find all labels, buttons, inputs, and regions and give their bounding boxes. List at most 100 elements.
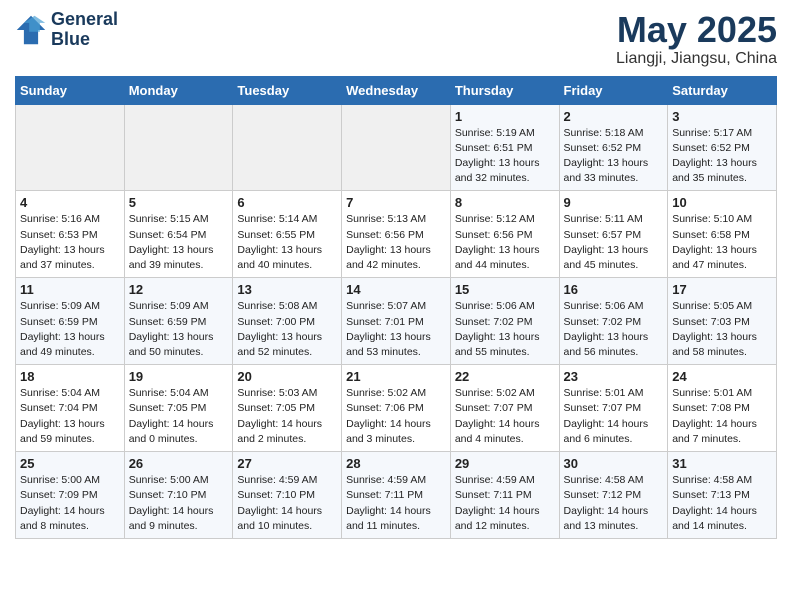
- day-number: 8: [455, 195, 555, 210]
- day-number: 10: [672, 195, 772, 210]
- calendar-cell: [124, 104, 233, 191]
- day-info: Sunrise: 5:04 AM Sunset: 7:04 PM Dayligh…: [20, 386, 120, 447]
- calendar-cell: [342, 104, 451, 191]
- day-info: Sunrise: 5:18 AM Sunset: 6:52 PM Dayligh…: [564, 126, 664, 187]
- day-info: Sunrise: 4:59 AM Sunset: 7:11 PM Dayligh…: [346, 473, 446, 534]
- day-number: 5: [129, 195, 229, 210]
- day-number: 23: [564, 369, 664, 384]
- month-year-title: May 2025: [616, 10, 777, 50]
- calendar-cell: 22Sunrise: 5:02 AM Sunset: 7:07 PM Dayli…: [450, 365, 559, 452]
- weekday-header-saturday: Saturday: [668, 76, 777, 104]
- day-number: 1: [455, 109, 555, 124]
- day-info: Sunrise: 5:15 AM Sunset: 6:54 PM Dayligh…: [129, 212, 229, 273]
- day-info: Sunrise: 5:01 AM Sunset: 7:07 PM Dayligh…: [564, 386, 664, 447]
- page-container: General Blue May 2025 Liangji, Jiangsu, …: [0, 0, 792, 549]
- calendar-cell: 16 Sunrise: 5:06 AM Sunset: 7:02 PM Dayli…: [559, 278, 668, 365]
- day-info: Sunrise: 5:02 AM Sunset: 7:06 PM Dayligh…: [346, 386, 446, 447]
- day-number: 31: [672, 456, 772, 471]
- day-info: Sunrise: 4:58 AM Sunset: 7:12 PM Dayligh…: [564, 473, 664, 534]
- weekday-header-friday: Friday: [559, 76, 668, 104]
- weekday-header-wednesday: Wednesday: [342, 76, 451, 104]
- calendar-cell: 15 Sunrise: 5:06 AM Sunset: 7:02 PM Dayli…: [450, 278, 559, 365]
- day-info: Sunrise: 5:09 AM Sunset: 6:59 PM Dayligh…: [20, 299, 120, 360]
- weekday-header-sunday: Sunday: [16, 76, 125, 104]
- day-number: 24: [672, 369, 772, 384]
- day-number: 17: [672, 282, 772, 297]
- calendar-cell: 29 Sunrise: 4:59 AM Sunset: 7:11 PM Dayli…: [450, 452, 559, 539]
- day-info: Sunrise: 5:00 AM Sunset: 7:09 PM Dayligh…: [20, 473, 120, 534]
- weekday-header-monday: Monday: [124, 76, 233, 104]
- calendar-week-row: 18 Sunrise: 5:04 AM Sunset: 7:04 PM Dayli…: [16, 365, 777, 452]
- location-subtitle: Liangji, Jiangsu, China: [616, 50, 777, 68]
- day-number: 7: [346, 195, 446, 210]
- weekday-header-thursday: Thursday: [450, 76, 559, 104]
- title-block: May 2025 Liangji, Jiangsu, China: [616, 10, 777, 68]
- calendar-cell: 7 Sunrise: 5:13 AM Sunset: 6:56 PM Daylig…: [342, 191, 451, 278]
- day-info: Sunrise: 5:01 AM Sunset: 7:08 PM Dayligh…: [672, 386, 772, 447]
- day-info: Sunrise: 5:08 AM Sunset: 7:00 PM Dayligh…: [237, 299, 337, 360]
- day-info: Sunrise: 5:16 AM Sunset: 6:53 PM Dayligh…: [20, 212, 120, 273]
- calendar-cell: 11 Sunrise: 5:09 AM Sunset: 6:59 PM Dayli…: [16, 278, 125, 365]
- day-number: 30: [564, 456, 664, 471]
- day-number: 16: [564, 282, 664, 297]
- calendar-cell: 23 Sunrise: 5:01 AM Sunset: 7:07 PM Dayli…: [559, 365, 668, 452]
- day-number: 4: [20, 195, 120, 210]
- calendar-cell: 12Sunrise: 5:09 AM Sunset: 6:59 PM Dayli…: [124, 278, 233, 365]
- calendar-cell: 17 Sunrise: 5:05 AM Sunset: 7:03 PM Dayli…: [668, 278, 777, 365]
- day-number: 11: [20, 282, 120, 297]
- day-number: 2: [564, 109, 664, 124]
- day-info: Sunrise: 5:05 AM Sunset: 7:03 PM Dayligh…: [672, 299, 772, 360]
- calendar-cell: [16, 104, 125, 191]
- weekday-header-tuesday: Tuesday: [233, 76, 342, 104]
- calendar-week-row: 25 Sunrise: 5:00 AM Sunset: 7:09 PM Dayli…: [16, 452, 777, 539]
- calendar-cell: 13Sunrise: 5:08 AM Sunset: 7:00 PM Dayli…: [233, 278, 342, 365]
- day-info: Sunrise: 5:12 AM Sunset: 6:56 PM Dayligh…: [455, 212, 555, 273]
- day-info: Sunrise: 5:17 AM Sunset: 6:52 PM Dayligh…: [672, 126, 772, 187]
- calendar-cell: 9Sunrise: 5:11 AM Sunset: 6:57 PM Daylig…: [559, 191, 668, 278]
- day-number: 3: [672, 109, 772, 124]
- logo-icon: [15, 14, 47, 46]
- weekday-header-row: SundayMondayTuesdayWednesdayThursdayFrid…: [16, 76, 777, 104]
- calendar-week-row: 11 Sunrise: 5:09 AM Sunset: 6:59 PM Dayli…: [16, 278, 777, 365]
- day-number: 28: [346, 456, 446, 471]
- day-number: 29: [455, 456, 555, 471]
- calendar-cell: 18 Sunrise: 5:04 AM Sunset: 7:04 PM Dayli…: [16, 365, 125, 452]
- day-info: Sunrise: 5:19 AM Sunset: 6:51 PM Dayligh…: [455, 126, 555, 187]
- day-info: Sunrise: 4:58 AM Sunset: 7:13 PM Dayligh…: [672, 473, 772, 534]
- day-info: Sunrise: 5:13 AM Sunset: 6:56 PM Dayligh…: [346, 212, 446, 273]
- logo: General Blue: [15, 10, 118, 50]
- day-number: 19: [129, 369, 229, 384]
- day-info: Sunrise: 5:10 AM Sunset: 6:58 PM Dayligh…: [672, 212, 772, 273]
- day-number: 18: [20, 369, 120, 384]
- calendar-cell: 19Sunrise: 5:04 AM Sunset: 7:05 PM Dayli…: [124, 365, 233, 452]
- day-number: 14: [346, 282, 446, 297]
- calendar-cell: 27 Sunrise: 4:59 AM Sunset: 7:10 PM Dayli…: [233, 452, 342, 539]
- calendar-week-row: 1 Sunrise: 5:19 AM Sunset: 6:51 PM Daylig…: [16, 104, 777, 191]
- calendar-cell: 2 Sunrise: 5:18 AM Sunset: 6:52 PM Daylig…: [559, 104, 668, 191]
- day-info: Sunrise: 5:11 AM Sunset: 6:57 PM Dayligh…: [564, 212, 664, 273]
- logo-text: General Blue: [51, 10, 118, 50]
- day-number: 25: [20, 456, 120, 471]
- calendar-cell: 26Sunrise: 5:00 AM Sunset: 7:10 PM Dayli…: [124, 452, 233, 539]
- calendar-cell: 31 Sunrise: 4:58 AM Sunset: 7:13 PM Dayli…: [668, 452, 777, 539]
- calendar-cell: 10 Sunrise: 5:10 AM Sunset: 6:58 PM Dayli…: [668, 191, 777, 278]
- day-number: 21: [346, 369, 446, 384]
- day-info: Sunrise: 5:06 AM Sunset: 7:02 PM Dayligh…: [564, 299, 664, 360]
- day-info: Sunrise: 4:59 AM Sunset: 7:11 PM Dayligh…: [455, 473, 555, 534]
- day-number: 27: [237, 456, 337, 471]
- calendar-cell: 21 Sunrise: 5:02 AM Sunset: 7:06 PM Dayli…: [342, 365, 451, 452]
- day-info: Sunrise: 5:14 AM Sunset: 6:55 PM Dayligh…: [237, 212, 337, 273]
- day-info: Sunrise: 5:00 AM Sunset: 7:10 PM Dayligh…: [129, 473, 229, 534]
- day-number: 15: [455, 282, 555, 297]
- calendar-cell: 3 Sunrise: 5:17 AM Sunset: 6:52 PM Daylig…: [668, 104, 777, 191]
- calendar-table: SundayMondayTuesdayWednesdayThursdayFrid…: [15, 76, 777, 539]
- calendar-cell: 30 Sunrise: 4:58 AM Sunset: 7:12 PM Dayli…: [559, 452, 668, 539]
- day-info: Sunrise: 5:06 AM Sunset: 7:02 PM Dayligh…: [455, 299, 555, 360]
- calendar-cell: [233, 104, 342, 191]
- calendar-cell: 5 Sunrise: 5:15 AM Sunset: 6:54 PM Daylig…: [124, 191, 233, 278]
- day-number: 12: [129, 282, 229, 297]
- calendar-cell: 20Sunrise: 5:03 AM Sunset: 7:05 PM Dayli…: [233, 365, 342, 452]
- day-info: Sunrise: 4:59 AM Sunset: 7:10 PM Dayligh…: [237, 473, 337, 534]
- calendar-week-row: 4 Sunrise: 5:16 AM Sunset: 6:53 PM Daylig…: [16, 191, 777, 278]
- page-header: General Blue May 2025 Liangji, Jiangsu, …: [15, 10, 777, 68]
